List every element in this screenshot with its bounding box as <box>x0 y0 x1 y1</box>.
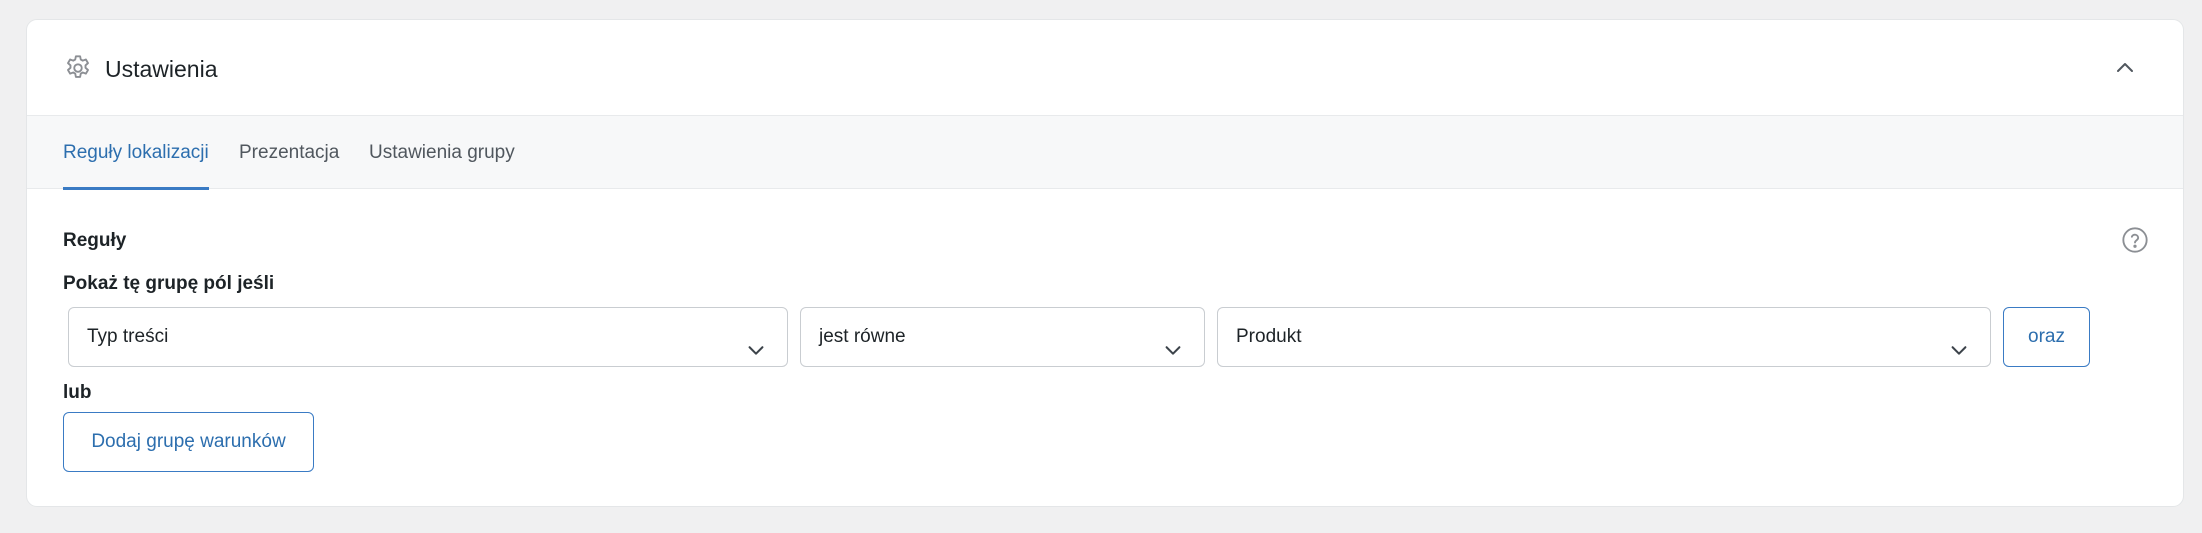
show-group-if-label: Pokaż tę grupę pól jeśli <box>63 273 275 294</box>
param-select[interactable]: Typ treści <box>68 307 788 367</box>
chevron-down-icon <box>745 327 767 355</box>
tab-group-settings[interactable]: Ustawienia grupy <box>369 116 515 189</box>
and-button[interactable]: oraz <box>2003 307 2090 367</box>
value-select-value: Produkt <box>1236 326 1302 347</box>
chevron-up-icon[interactable] <box>2111 54 2139 82</box>
chevron-down-icon <box>1948 327 1970 355</box>
add-condition-group-button[interactable]: Dodaj grupę warunków <box>63 412 314 472</box>
question-circle-icon[interactable] <box>2121 226 2149 254</box>
value-select[interactable]: Produkt <box>1217 307 1991 367</box>
tab-bar: Reguły lokalizacji Prezentacja Ustawieni… <box>27 116 2183 190</box>
param-select-value: Typ treści <box>87 326 169 347</box>
tab-location-rules[interactable]: Reguły lokalizacji <box>63 116 209 190</box>
operator-select[interactable]: jest równe <box>800 307 1205 367</box>
settings-panel: Ustawienia Reguły lokalizacji Prezentacj… <box>26 19 2184 507</box>
chevron-down-icon <box>1162 327 1184 355</box>
tab-presentation[interactable]: Prezentacja <box>239 116 339 189</box>
panel-title: Ustawienia <box>105 56 218 82</box>
panel-header: Ustawienia <box>27 20 2183 116</box>
or-label: lub <box>63 382 92 403</box>
operator-select-value: jest równe <box>819 326 906 347</box>
rules-label: Reguły <box>63 230 127 251</box>
gear-icon <box>63 53 93 83</box>
